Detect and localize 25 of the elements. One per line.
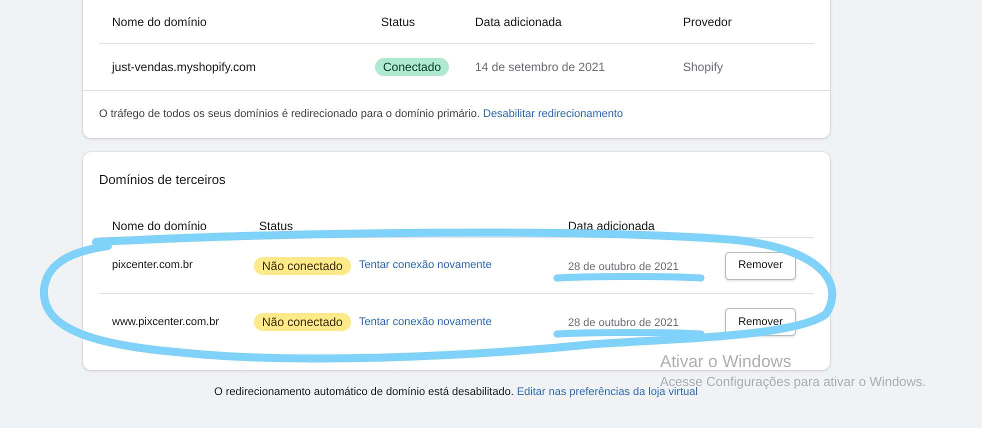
date-added: 14 de setembro de 2021	[475, 59, 606, 76]
activation-title: Ativar o Windows	[660, 351, 792, 373]
column-header: Nome do domínio	[111, 14, 208, 30]
remove-button[interactable]: Remover	[725, 252, 796, 280]
date-added: 28 de outubro de 2021	[568, 260, 679, 272]
column-header: Data adicionada	[475, 14, 563, 30]
domain-name: just-vendas.myshopify.com	[110, 59, 257, 76]
column-header: Provedor	[683, 14, 733, 30]
redirect-notice: O tráfego de todos os seus domínios é redirecionado para o domínio primário. Desabilitar redirecionamento	[99, 107, 624, 122]
column-header: Nome do domínio	[111, 218, 208, 234]
domain-name: pixcenter.com.br	[111, 258, 194, 274]
disable-redirect-link[interactable]: Desabilitar redirecionamento	[483, 108, 624, 120]
redirect-disabled-notice: O redirecionamento automático de domínio está desabilitado. Editar nas preferências da loja virtual	[214, 386, 698, 400]
date-added: 28 de outubro de 2021	[568, 317, 679, 329]
status-badge: Não conectado	[254, 313, 351, 331]
column-header: Status	[258, 218, 294, 234]
status-badge: Não conectado	[254, 256, 351, 274]
card-title: Domínios de terceiros	[99, 171, 226, 188]
domain-name: www.pixcenter.com.br	[111, 314, 220, 330]
store-preferences-link[interactable]: Editar nas preferências da loja virtual	[516, 386, 698, 398]
retry-connection-link[interactable]: Tentar conexão novamente	[359, 257, 563, 274]
status-badge: Conectado	[375, 58, 450, 76]
provider-name: Shopify	[683, 59, 724, 76]
column-header: Status	[380, 14, 416, 30]
retry-connection-link[interactable]: Tentar conexão novamente	[359, 314, 563, 330]
